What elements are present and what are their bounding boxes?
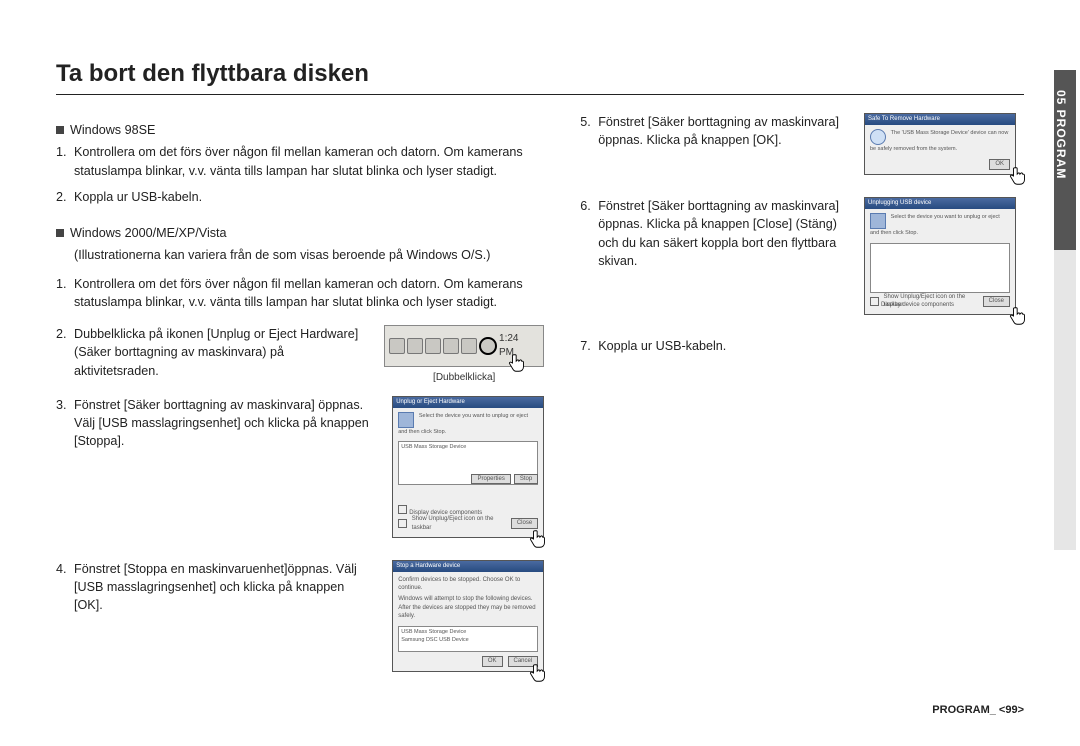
right-column: 5. Fönstret [Säker borttagning av maskin… [580,113,1024,694]
dialog-titlebar: Unplugging USB device [865,198,1015,209]
text: Kontrollera om det förs över någon fil m… [74,277,523,309]
subhead-win2000-label: Windows 2000/ME/XP/Vista [70,224,227,242]
dialog-text: The 'USB Mass Storage Device' device can… [870,130,1008,152]
s1-step1: 1. Kontrollera om det förs över någon fi… [56,143,544,180]
dialog-text: Windows will attempt to stop the followi… [398,595,538,621]
s2-note: (Illustrationerna kan variera från de so… [56,246,544,264]
text: Fönstret [Säker borttagning av maskinvar… [598,115,839,147]
left-column: Windows 98SE 1. Kontrollera om det förs … [56,113,544,694]
num: 2. [56,325,67,343]
bullet-square-icon [56,229,64,237]
dialog-titlebar: Safe To Remove Hardware [865,114,1015,125]
cursor-hand-icon [1008,305,1030,327]
tray-icon [461,338,477,354]
title-rule [56,94,1024,95]
text: Fönstret [Stoppa en maskinvaruenhet]öppn… [74,562,357,613]
dialog-text: Select the device you want to unplug or … [398,413,528,435]
s2-step1: 1. Kontrollera om det förs över någon fi… [56,275,544,312]
dialog4-screenshot: Stop a Hardware device Confirm devices t… [392,560,544,684]
s3-step7: 7. Koppla ur USB-kabeln. [580,337,1024,355]
tray-screenshot: 1:24 PM [Dubbelklicka] [384,325,544,386]
dialog6-screenshot: Unplugging USB device Select the device … [864,197,1024,327]
checkbox-icon [870,297,879,306]
dialog-text: Confirm devices to be stopped. Choose OK… [398,576,538,593]
s3-step5: 5. Fönstret [Säker borttagning av maskin… [580,113,848,150]
num: 4. [56,560,67,578]
text: Dubbelklicka på ikonen [Unplug or Eject … [74,327,358,378]
s3-step6: 6. Fönstret [Säker borttagning av maskin… [580,197,848,270]
side-tab: 05 PROGRAM [1050,70,1080,550]
cursor-hand-icon [528,528,550,550]
text: Kontrollera om det förs över någon fil m… [74,145,523,177]
close-button: Close [983,296,1010,307]
num: 1. [56,275,67,293]
hardware-icon [398,412,414,428]
eject-hardware-icon [479,337,497,355]
s1-step2: 2. Koppla ur USB-kabeln. [56,188,544,206]
subhead-win98-label: Windows 98SE [70,121,155,139]
checkbox-icon [398,519,407,528]
dialog5-screenshot: Safe To Remove Hardware The 'USB Mass St… [864,113,1024,187]
page-footer: PROGRAM_ <99> [932,704,1024,716]
s2-step3: 3. Fönstret [Säker borttagning av maskin… [56,396,376,451]
num: 3. [56,396,67,414]
ok-button: OK [989,159,1010,170]
page-title: Ta bort den flyttbara disken [56,60,1024,88]
stop-button: Stop [514,474,538,485]
text: Fönstret [Säker borttagning av maskinvar… [74,398,369,449]
text: Fönstret [Säker borttagning av maskinvar… [598,199,839,268]
tray-icon [389,338,405,354]
text: Koppla ur USB-kabeln. [74,190,202,204]
s2-step4: 4. Fönstret [Stoppa en maskinvaruenhet]ö… [56,560,376,615]
bullet-square-icon [56,126,64,134]
device-list [870,243,1010,293]
subhead-win2000: Windows 2000/ME/XP/Vista [56,224,544,242]
dialog-titlebar: Unplug or Eject Hardware [393,397,543,408]
checkbox-icon [398,505,407,514]
dialog-titlebar: Stop a Hardware device [393,561,543,572]
num: 2. [56,188,67,206]
dialog-text: Select the device you want to unplug or … [870,214,1000,236]
tray-icon [443,338,459,354]
properties-button: Properties [471,474,510,485]
cursor-hand-icon [1008,165,1030,187]
hardware-icon [870,213,886,229]
chk-label: Show Unplug/Eject icon on the taskbar [412,515,508,532]
num: 7. [580,337,591,355]
cursor-hand-icon [528,662,550,684]
cursor-hand-icon [507,352,529,374]
num: 6. [580,197,591,215]
num: 5. [580,113,591,131]
num: 1. [56,143,67,161]
s2-step2: 2. Dubbelklicka på ikonen [Unplug or Eje… [56,325,368,380]
side-tab-label: 05 PROGRAM [1054,90,1068,179]
subhead-win98: Windows 98SE [56,121,544,139]
device-list: USB Mass Storage Device Samsung DSC USB … [398,626,538,652]
chk-label: Show Unplug/Eject icon on the taskbar [884,293,980,310]
tray-icon [425,338,441,354]
text: Koppla ur USB-kabeln. [598,339,726,353]
dialog3-screenshot: Unplug or Eject Hardware Select the devi… [392,396,544,550]
ok-button: OK [482,656,503,667]
tray-icon [407,338,423,354]
info-icon [870,129,886,145]
